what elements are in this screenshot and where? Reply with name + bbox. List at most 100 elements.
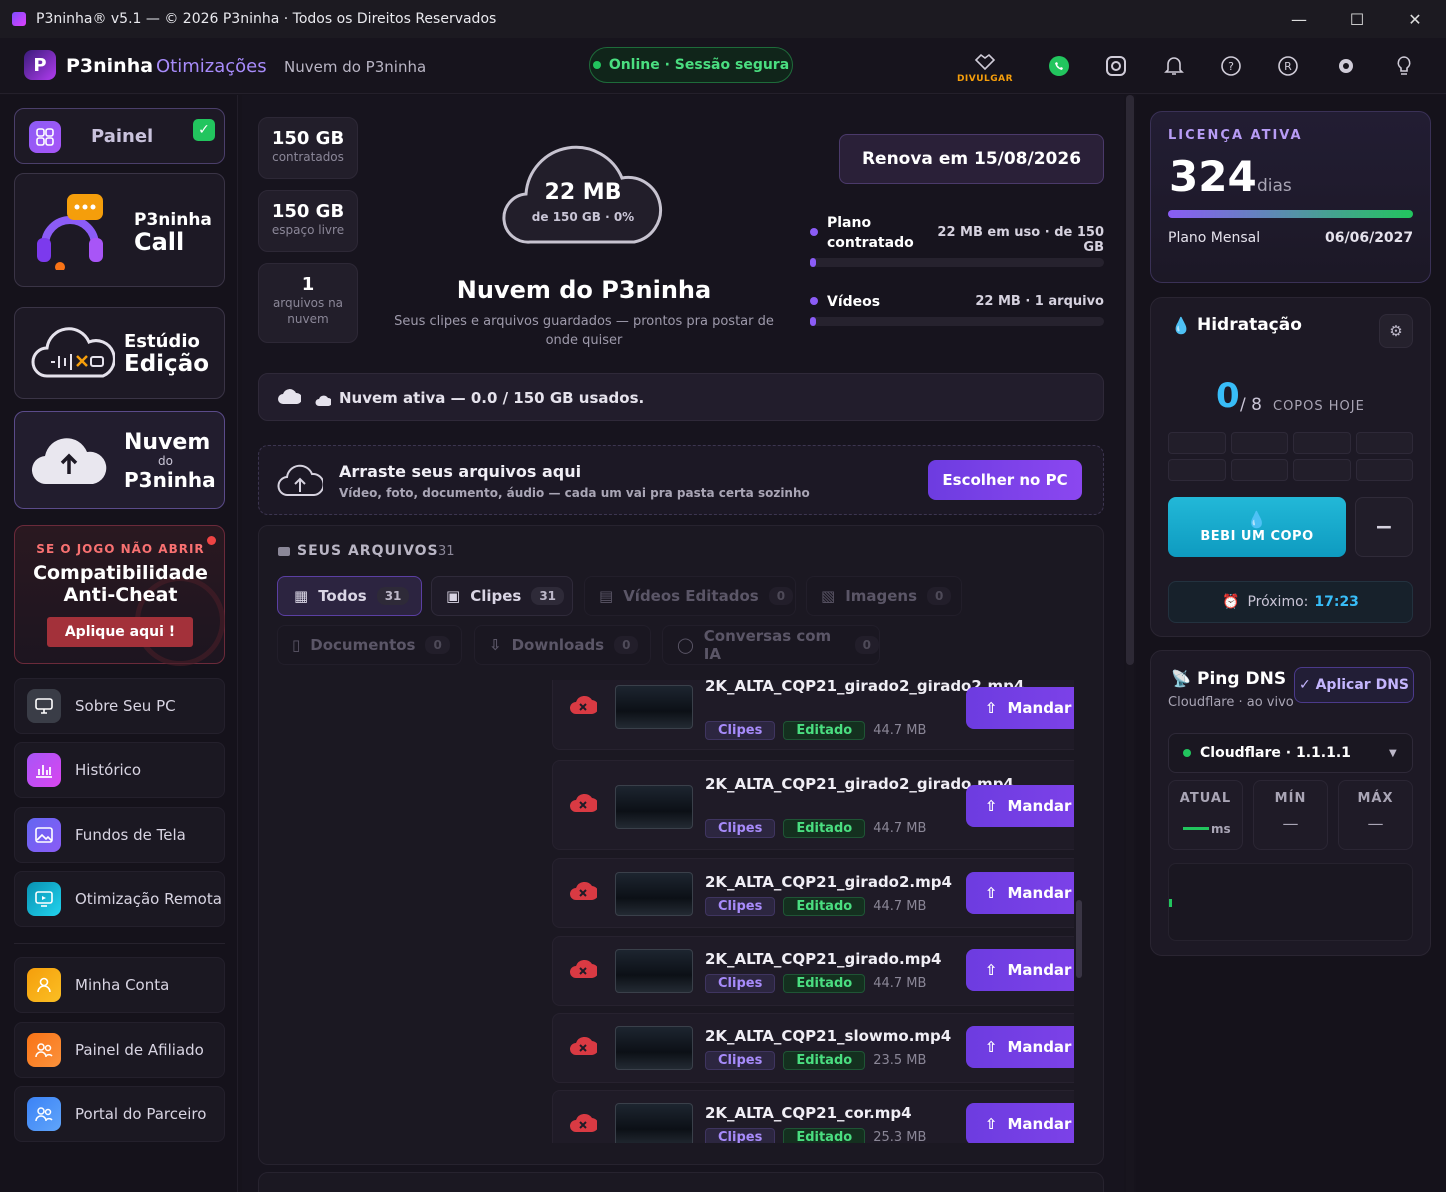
anticheat-kicker: SE O JOGO NÃO ABRIR (36, 542, 205, 556)
tab-label: Imagens (845, 587, 918, 605)
cup-slot (1355, 432, 1413, 454)
hydration-title: Hidratação (1197, 315, 1302, 335)
hydration-count: 0 (1216, 376, 1240, 416)
sidebar-item-painel[interactable]: Painel ✓ (14, 108, 225, 164)
user-icon (27, 968, 61, 1002)
close-button[interactable]: ✕ (1386, 0, 1444, 38)
tab-count: 0 (425, 636, 450, 654)
picture-icon: ▧ (821, 587, 836, 605)
delete-cloud-icon[interactable] (569, 1113, 599, 1135)
choose-file-button[interactable]: Escolher no PC (928, 460, 1082, 500)
send-to-cloud-button[interactable]: ⇧ Mandar pra nuvem (966, 1026, 1074, 1068)
registered-icon[interactable]: R (1274, 52, 1302, 80)
file-size: 25.3 MB (873, 1130, 927, 1143)
tab-downloads[interactable]: ⇩ Downloads 0 (474, 625, 651, 665)
anticheat-title-line2: Anti-Cheat (63, 584, 178, 606)
partners-icon (27, 1097, 61, 1131)
main-scrollbar-thumb[interactable] (1126, 95, 1134, 665)
delete-cloud-icon[interactable] (569, 695, 599, 717)
cloud-used-sub: de 150 GB · 0% (531, 210, 635, 224)
videos-bullet-icon (810, 297, 818, 305)
divulgar-label[interactable]: DIVULGAR (952, 74, 1018, 84)
send-label: Mandar pra nuvem (1007, 1115, 1074, 1133)
sidebar-item-historico[interactable]: Histórico (14, 742, 225, 798)
file-size: 44.7 MB (873, 821, 927, 836)
help-icon[interactable]: ? (1217, 52, 1245, 80)
instagram-icon[interactable] (1102, 52, 1130, 80)
tab-todos[interactable]: ▦ Todos 31 (277, 576, 422, 616)
video-thumbnail (615, 1103, 693, 1143)
tab-label: Clipes (470, 587, 522, 605)
sidebar-item-label: Painel de Afiliado (75, 1041, 204, 1059)
license-expires: 06/06/2027 (1325, 230, 1414, 246)
tab-conversas-ia[interactable]: ◯ Conversas com IA 0 (662, 625, 880, 665)
cup-slot (1355, 459, 1413, 481)
remove-cup-button[interactable]: − (1355, 497, 1413, 557)
tag-editado: Editado (783, 721, 866, 740)
file-list-scrollbar[interactable] (1076, 900, 1082, 978)
sidebar-item-otimizacao-remota[interactable]: Otimização Remota (14, 871, 225, 927)
sidebar-item-minha-conta[interactable]: Minha Conta (14, 957, 225, 1013)
send-to-cloud-button[interactable]: ⇧ Mandar pra nuvem (966, 872, 1074, 914)
main-scrollbar-track[interactable] (1126, 95, 1134, 1192)
send-to-cloud-button[interactable]: ⇧ Mandar pra nuvem (966, 785, 1074, 827)
tab-count: 31 (376, 587, 410, 605)
video-thumbnail (615, 685, 693, 729)
ping-title: Ping DNS (1197, 669, 1287, 689)
renew-date-badge: Renova em 15/08/2026 (839, 134, 1104, 184)
file-size: 44.7 MB (873, 899, 927, 914)
bell-icon[interactable] (1160, 52, 1188, 80)
settings-gear-icon[interactable] (1332, 52, 1360, 80)
sidebar-item-estudio[interactable]: Estúdio Edição (14, 307, 225, 399)
upload-dropzone[interactable]: Arraste seus arquivos aqui Vídeo, foto, … (258, 445, 1104, 515)
file-name: 2K_ALTA_CQP21_girado2_girado2.mp4 (705, 680, 1025, 695)
whatsapp-icon[interactable] (1045, 52, 1073, 80)
cloud-small-icon (315, 392, 333, 406)
tab-documentos[interactable]: ▯ Documentos 0 (277, 625, 462, 665)
anticheat-apply-button[interactable]: Aplique aqui ! (47, 617, 193, 647)
license-plan: Plano Mensal (1168, 230, 1261, 246)
hydration-settings-button[interactable]: ⚙ (1379, 314, 1413, 348)
app-header: P P3ninha Otimizações Nuvem do P3ninha O… (0, 38, 1446, 94)
maximize-button[interactable]: ☐ (1328, 0, 1386, 38)
water-drop-icon: 💧 (1246, 510, 1268, 529)
files-header: SEUS ARQUIVOS (297, 543, 439, 559)
dns-server-value: Cloudflare · 1.1.1.1 (1200, 745, 1351, 761)
delete-cloud-icon[interactable] (569, 1036, 599, 1058)
tab-videos-editados[interactable]: ▤ Vídeos Editados 0 (584, 576, 796, 616)
cup-grid (1168, 432, 1413, 481)
lightbulb-icon[interactable] (1390, 52, 1418, 80)
delete-cloud-icon[interactable] (569, 959, 599, 981)
users-icon (27, 1033, 61, 1067)
tab-clipes[interactable]: ▣ Clipes 31 (431, 576, 573, 616)
send-label: Mandar pra nuvem (1007, 961, 1074, 979)
handshake-icon[interactable] (971, 48, 999, 76)
tab-count: 0 (854, 636, 879, 654)
send-to-cloud-button[interactable]: ⇧ Mandar pra nuvem (966, 1103, 1074, 1143)
tab-label: Vídeos Editados (623, 587, 759, 605)
dns-server-select[interactable]: Cloudflare · 1.1.1.1 ▼ (1168, 733, 1413, 773)
sidebar-item-fundos[interactable]: Fundos de Tela (14, 807, 225, 863)
delete-cloud-icon[interactable] (569, 881, 599, 903)
plan-progress-bar (810, 258, 1104, 267)
sidebar-item-call[interactable]: P3ninha Call (14, 173, 225, 287)
minimize-button[interactable]: — (1270, 0, 1328, 38)
hydration-goal: / 8 (1240, 395, 1262, 415)
send-to-cloud-button[interactable]: ⇧ Mandar pra nuvem (966, 687, 1074, 729)
videos-value: 22 MB · 1 arquivo (975, 294, 1104, 309)
drink-cup-button[interactable]: 💧 BEBI UM COPO (1168, 497, 1346, 557)
sidebar-item-nuvem[interactable]: Nuvem do P3ninha (14, 411, 225, 509)
apply-dns-button[interactable]: ✓ Aplicar DNS (1294, 667, 1414, 703)
stat-espaco-livre: 150 GB espaço livre (258, 190, 358, 252)
sidebar-item-afiliado[interactable]: Painel de Afiliado (14, 1022, 225, 1078)
tag-clipes: Clipes (705, 974, 776, 993)
sidebar-item-portal-parceiro[interactable]: Portal do Parceiro (14, 1086, 225, 1142)
anticheat-card[interactable]: SE O JOGO NÃO ABRIR Compatibilidade Anti… (14, 525, 225, 666)
delete-cloud-icon[interactable] (569, 793, 599, 815)
tab-imagens[interactable]: ▧ Imagens 0 (806, 576, 962, 616)
send-to-cloud-button[interactable]: ⇧ Mandar pra nuvem (966, 949, 1074, 991)
tag-editado: Editado (783, 1128, 866, 1143)
sidebar-item-sobre-pc[interactable]: Sobre Seu PC (14, 678, 225, 734)
file-tags: Clipes Editado 25.3 MB (705, 1128, 926, 1143)
upload-title: Arraste seus arquivos aqui (339, 462, 582, 481)
